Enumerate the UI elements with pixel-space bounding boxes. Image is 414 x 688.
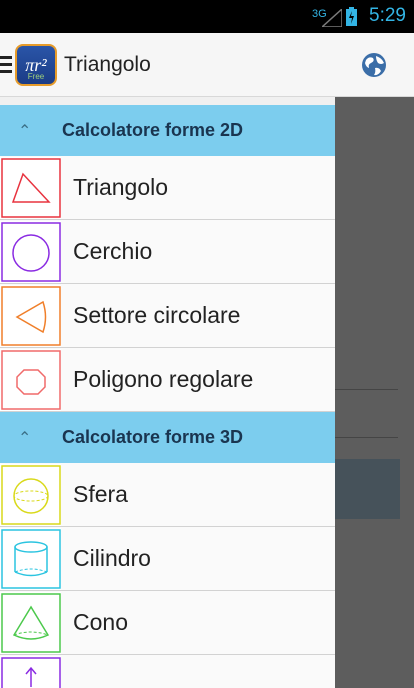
hamburger-icon[interactable]	[0, 56, 12, 74]
circle-icon	[0, 220, 61, 283]
drawer-item-label: Cilindro	[73, 545, 151, 571]
group-label: Calcolatore forme 3D	[62, 427, 244, 447]
drawer-item-cono[interactable]: Cono	[0, 591, 335, 655]
app-logo-sub: Free	[27, 72, 45, 81]
drawer-item-partial[interactable]	[0, 655, 335, 688]
drawer-item-label: Poligono regolare	[73, 366, 254, 392]
group-label: Calcolatore forme 2D	[62, 120, 244, 140]
drawer-spacer	[0, 97, 335, 105]
circular-sector-icon	[0, 284, 61, 347]
drawer-item-triangolo[interactable]: Triangolo	[0, 156, 335, 220]
app-logo[interactable]: πr² Free	[15, 44, 57, 86]
group-header-2d[interactable]: ⌃ Calcolatore forme 2D	[0, 105, 335, 156]
drawer-item-label: Settore circolare	[73, 302, 241, 328]
cylinder-icon	[0, 527, 61, 590]
signal-icon	[322, 9, 342, 27]
sphere-icon	[0, 463, 61, 526]
drawer-item-settore-circolare[interactable]: Settore circolare	[0, 284, 335, 348]
drawer-item-label: Triangolo	[73, 174, 169, 200]
battery-icon	[346, 7, 357, 26]
navigation-drawer: ⌃ Calcolatore forme 2D Triangolo Cerchio	[0, 97, 335, 688]
group-header-3d[interactable]: ⌃ Calcolatore forme 3D	[0, 412, 335, 463]
drawer-item-label: Cerchio	[73, 238, 153, 264]
status-bar: 3G 5:29	[0, 0, 414, 33]
drawer-item-sfera[interactable]: Sfera	[0, 463, 335, 527]
action-bar: πr² Free Triangolo	[0, 33, 414, 97]
page-title: Triangolo	[64, 53, 151, 76]
chevron-up-icon: ⌃	[18, 429, 32, 447]
globe-icon[interactable]	[360, 51, 388, 79]
regular-polygon-icon	[0, 348, 61, 411]
drawer-item-cerchio[interactable]: Cerchio	[0, 220, 335, 284]
cone-icon	[0, 591, 61, 654]
drawer-item-label: Cono	[73, 609, 128, 635]
drawer-item-cilindro[interactable]: Cilindro	[0, 527, 335, 591]
drawer-item-poligono-regolare[interactable]: Poligono regolare	[0, 348, 335, 412]
chevron-up-icon: ⌃	[18, 122, 32, 140]
triangle-icon	[0, 156, 61, 219]
arrow-up-icon	[0, 655, 61, 688]
clock: 5:29	[369, 5, 406, 26]
drawer-item-label: Sfera	[73, 481, 128, 507]
